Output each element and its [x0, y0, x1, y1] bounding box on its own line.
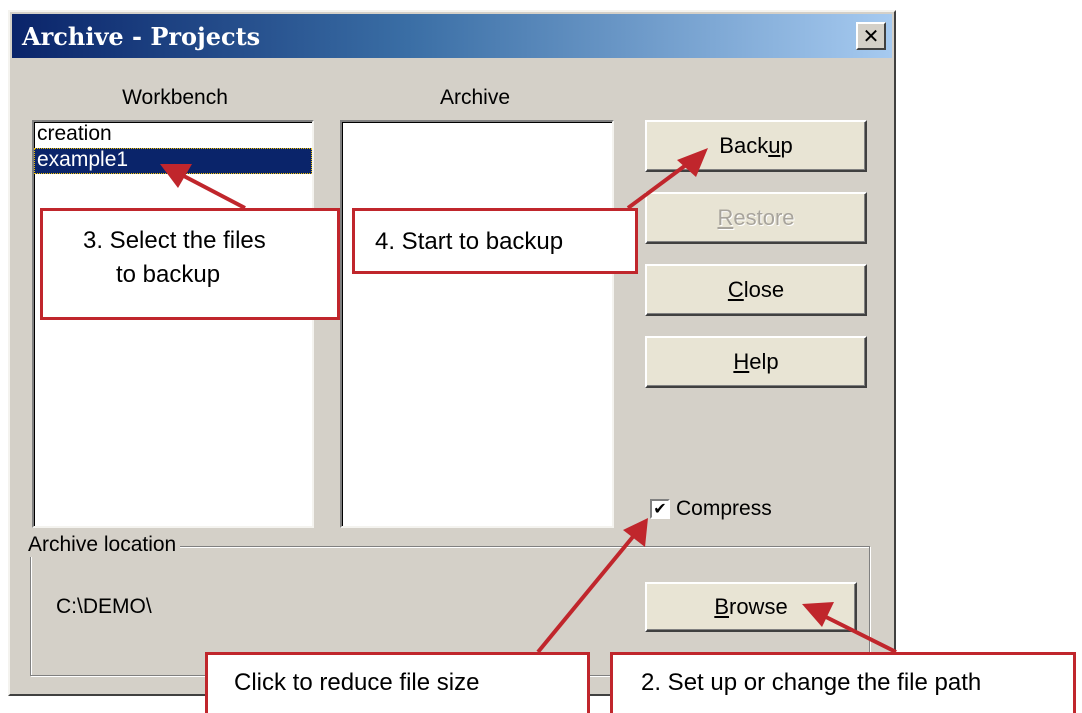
archive-list[interactable] — [340, 120, 614, 528]
title-bar[interactable]: Archive - Projects ✕ — [12, 14, 892, 58]
compress-checkbox[interactable]: ✔ — [650, 499, 670, 519]
archive-location-path: C:\DEMO\ — [56, 595, 152, 618]
callout-compress-text: Click to reduce file size — [234, 669, 480, 696]
callout-select-files-line1: 3. Select the files — [83, 227, 266, 254]
backup-label-end: p — [780, 133, 793, 158]
archive-label: Archive — [439, 86, 511, 109]
backup-label-start: Back — [719, 133, 769, 158]
help-label-end: elp — [749, 349, 779, 374]
list-item-creation[interactable]: creation — [34, 122, 312, 148]
browse-label-end: rowse — [729, 594, 788, 619]
callout-file-path: 2. Set up or change the file path — [610, 652, 1076, 713]
list-item-example1[interactable]: example1 — [34, 148, 312, 174]
callout-file-path-text: 2. Set up or change the file path — [641, 669, 982, 696]
callout-start-backup-text: 4. Start to backup — [375, 228, 564, 255]
archive-location-legend: Archive location — [24, 533, 181, 557]
checkmark-icon: ✔ — [653, 499, 667, 518]
backup-button[interactable]: Back u p — [645, 120, 867, 172]
close-icon: ✕ — [862, 24, 880, 48]
workbench-label: Workbench — [122, 86, 228, 109]
workbench-list[interactable]: creation example1 — [32, 120, 314, 528]
callout-start-backup: 4. Start to backup — [352, 208, 638, 274]
backup-accelerator: u — [768, 133, 781, 158]
restore-accelerator: R — [717, 205, 734, 230]
help-accelerator: H — [733, 349, 750, 374]
browse-button[interactable]: Browse — [645, 582, 857, 632]
callout-select-files-line2: to backup — [116, 260, 221, 288]
window-title: Archive - Projects — [22, 22, 261, 51]
restore-button[interactable]: Restore — [645, 192, 867, 244]
compress-option[interactable]: ✔ Compress — [650, 497, 772, 521]
close-accelerator: C — [727, 277, 744, 302]
close-label-end: lose — [743, 277, 785, 302]
close-window-button[interactable]: ✕ — [856, 22, 886, 50]
restore-label-end: estore — [733, 205, 795, 230]
help-button[interactable]: Help — [645, 336, 867, 388]
close-button[interactable]: Close — [645, 264, 867, 316]
compress-label: Compress — [676, 497, 772, 520]
callout-compress: Click to reduce file size — [205, 652, 590, 713]
browse-accelerator: B — [714, 594, 729, 619]
callout-select-files: 3. Select the files to backup — [40, 208, 340, 320]
